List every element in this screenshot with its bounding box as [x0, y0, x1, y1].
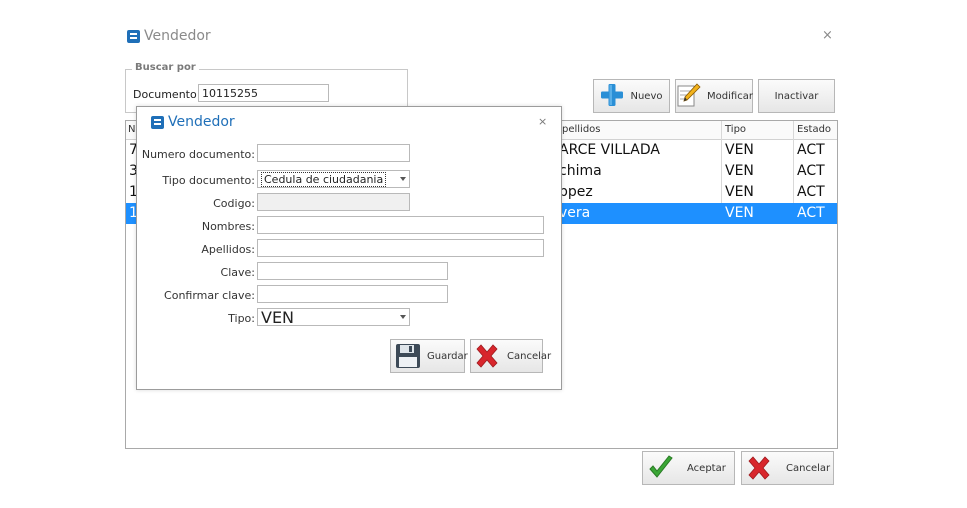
row-tipo: VEN: [725, 205, 754, 221]
chevron-down-icon: [400, 315, 406, 319]
tipo-value: VEN: [261, 307, 295, 327]
dialog-cancel-button[interactable]: Cancelar: [470, 339, 551, 373]
codigo-label: Codigo:: [213, 197, 255, 210]
row-apellidos: ARCE VILLADA: [559, 142, 660, 158]
vendor-dialog: Vendedor × Numero documento: Tipo docume…: [136, 106, 562, 390]
modify-button-label: Modificar: [707, 90, 753, 102]
inactivate-button-label: Inactivar: [774, 90, 819, 102]
accept-button-label: Aceptar: [687, 462, 726, 474]
document-search-input[interactable]: [198, 84, 329, 102]
clave-label: Clave:: [220, 266, 255, 279]
search-legend: Buscar por: [132, 62, 199, 73]
app-logo-icon: [151, 115, 164, 129]
row-apellidos: ppez: [559, 184, 593, 200]
apellidos-label: Apellidos:: [201, 243, 255, 256]
column-header[interactable]: N: [128, 124, 135, 135]
red-x-icon: [746, 455, 772, 481]
save-button-label: Guardar: [427, 350, 468, 362]
floppy-disk-icon: [395, 343, 421, 369]
cancel-button[interactable]: Cancelar: [741, 451, 834, 485]
save-button[interactable]: Guardar: [390, 339, 468, 373]
new-button[interactable]: Nuevo: [593, 79, 670, 113]
row-estado: ACT: [797, 184, 825, 200]
confirmar-clave-input[interactable]: [257, 285, 448, 303]
row-tipo: VEN: [725, 163, 754, 179]
accept-button[interactable]: Aceptar: [642, 451, 735, 485]
row-apellidos: vera: [559, 205, 591, 221]
row-apellidos: chima: [559, 163, 602, 179]
window-close-button[interactable]: ×: [822, 28, 833, 43]
new-button-label: Nuevo: [630, 90, 663, 102]
nombres-label: Nombres:: [201, 220, 255, 233]
tipo-documento-value: Cedula de ciudadania: [261, 171, 387, 187]
plus-icon: [600, 83, 624, 110]
inactivate-button[interactable]: Inactivar: [758, 79, 835, 113]
codigo-input: [257, 193, 410, 211]
cancel-button-label: Cancelar: [786, 462, 831, 474]
window-title-bar: Vendedor: [127, 27, 211, 45]
numero-documento-label: Numero documento:: [141, 148, 255, 161]
nombres-input[interactable]: [257, 216, 544, 234]
row-estado: ACT: [797, 205, 825, 221]
green-check-icon: [647, 454, 675, 482]
dialog-title-bar: Vendedor: [151, 114, 235, 130]
pencil-paper-icon: [675, 82, 701, 111]
window-title: Vendedor: [144, 28, 211, 44]
tipo-select[interactable]: VEN: [257, 307, 410, 327]
apellidos-input[interactable]: [257, 239, 544, 257]
row-tipo: VEN: [725, 142, 754, 158]
row-estado: ACT: [797, 142, 825, 158]
document-label: Documento:: [133, 88, 201, 101]
column-header[interactable]: Tipo: [725, 124, 746, 135]
tipo-documento-label: Tipo documento:: [162, 174, 255, 187]
clave-input[interactable]: [257, 262, 448, 280]
modify-button[interactable]: Modificar: [675, 79, 753, 113]
tipo-label: Tipo:: [228, 312, 255, 325]
app-logo-icon: [127, 29, 140, 43]
confirmar-clave-label: Confirmar clave:: [164, 289, 255, 302]
row-estado: ACT: [797, 163, 825, 179]
dialog-cancel-button-label: Cancelar: [507, 350, 552, 362]
dialog-close-button[interactable]: ×: [538, 115, 547, 128]
tipo-documento-select[interactable]: Cedula de ciudadania: [257, 170, 410, 188]
numero-documento-input[interactable]: [257, 144, 410, 162]
column-header[interactable]: Estado: [797, 124, 831, 135]
column-header[interactable]: pellidos: [562, 124, 601, 135]
row-tipo: VEN: [725, 184, 754, 200]
chevron-down-icon: [400, 177, 406, 181]
red-x-icon: [474, 343, 500, 369]
dialog-title: Vendedor: [168, 114, 235, 130]
